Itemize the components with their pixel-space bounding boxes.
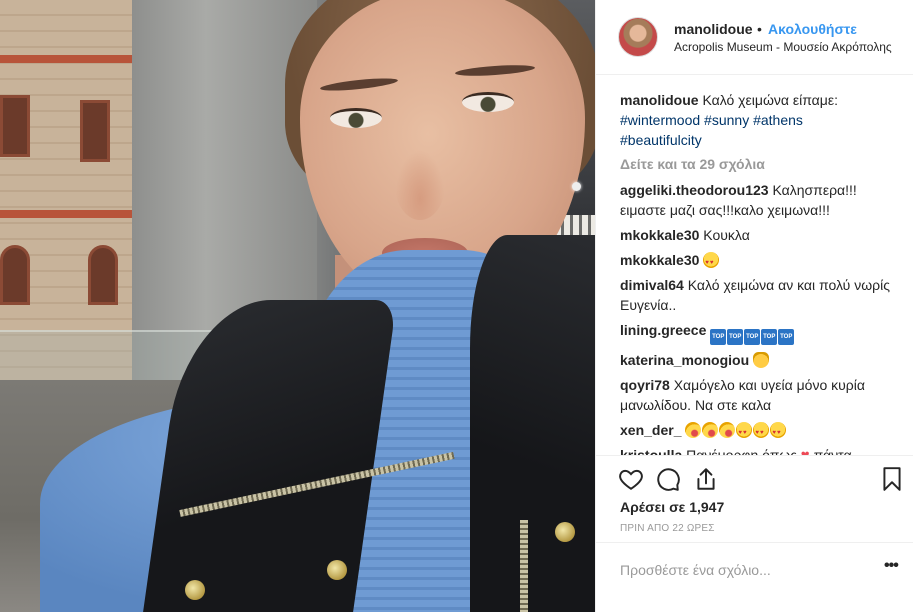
- top-emoji: TOP: [761, 329, 778, 345]
- comment-item: lining.greece TOP TOP TOP TOP TOP: [620, 320, 894, 345]
- top-emoji: TOP: [744, 329, 761, 345]
- vest-right-panel: [470, 235, 595, 612]
- follow-button[interactable]: Ακολουθήστε: [768, 21, 857, 37]
- left-eye: [330, 108, 382, 128]
- comment-text: Πανέμορφη όπως: [682, 447, 801, 455]
- red-heart-emoji: ♥: [801, 447, 810, 455]
- more-options-icon[interactable]: •••: [884, 557, 899, 575]
- comment-item: dimival64 Καλό χειμώνα αν και πολύ νωρίς…: [620, 275, 894, 315]
- comment-icon[interactable]: [655, 466, 681, 492]
- comment-username[interactable]: kristoulla: [620, 447, 682, 455]
- post-sidebar: manolidoue • Ακολουθήστε Acropolis Museu…: [595, 0, 913, 612]
- kiss-emoji: [685, 422, 702, 438]
- instagram-post: manolidoue • Ακολουθήστε Acropolis Museu…: [0, 0, 913, 612]
- heart-eyes-emoji: [736, 422, 753, 443]
- hashtag[interactable]: #athens: [753, 112, 803, 128]
- comment-item: mkokkale30: [620, 250, 894, 273]
- profile-avatar[interactable]: [618, 17, 658, 57]
- kiss-emoji: [702, 422, 719, 438]
- comments-list[interactable]: manolidoue Καλό χειμώνα είπαμε: #winterm…: [596, 75, 913, 455]
- comment-text: Κουκλα: [699, 227, 750, 243]
- top-emoji: TOP: [778, 329, 795, 345]
- likes-count[interactable]: Αρέσει σε 1,947: [620, 499, 724, 515]
- separator-dot: •: [757, 21, 762, 37]
- zipper-right: [520, 520, 528, 612]
- comment-username[interactable]: dimival64: [620, 277, 684, 293]
- action-bar: Αρέσει σε 1,947 ΠΡΙΝ ΑΠΟ 22 ΩΡΕΣ: [596, 455, 913, 540]
- header-username[interactable]: manolidoue: [674, 21, 753, 37]
- heart-eyes-emoji: [753, 422, 770, 443]
- top-emoji: TOP: [710, 329, 727, 345]
- vest-snap: [327, 560, 347, 580]
- comment-item: qoyri78 Χαμόγελο και υγεία μόνο κυρία μα…: [620, 375, 894, 415]
- heart-eyes-emoji: [703, 252, 720, 273]
- post-photo[interactable]: [0, 0, 595, 612]
- location-link[interactable]: Acropolis Museum - Μουσείο Ακρόπολης: [674, 40, 892, 54]
- comment-input[interactable]: [620, 557, 860, 583]
- comment-item: katerina_monogiou: [620, 350, 894, 370]
- comment-username[interactable]: mkokkale30: [620, 227, 699, 243]
- comment-username[interactable]: mkokkale30: [620, 252, 699, 268]
- hashtag[interactable]: #beautifulcity: [620, 132, 702, 148]
- vest-snap: [185, 580, 205, 600]
- comment-item: kristoulla Πανέμορφη όπως ♥ πάντα: [620, 445, 894, 455]
- comment-item: aggeliki.theodorou123 Καλησπερα!!! ειμασ…: [620, 180, 894, 220]
- right-eye: [462, 92, 514, 112]
- cat-emoji: [753, 352, 770, 368]
- kiss-emoji: [719, 422, 736, 438]
- heart-icon[interactable]: [618, 466, 644, 492]
- comment-username[interactable]: aggeliki.theodorou123: [620, 182, 769, 198]
- caption: manolidoue Καλό χειμώνα είπαμε: #winterm…: [620, 90, 894, 150]
- comment-text: πάντα: [809, 447, 852, 455]
- vest-snap: [555, 522, 575, 542]
- nose: [395, 150, 445, 220]
- comment-username[interactable]: xen_der_: [620, 422, 681, 438]
- caption-text: Καλό χειμώνα είπαμε:: [698, 92, 838, 108]
- caption-username[interactable]: manolidoue: [620, 92, 699, 108]
- post-timestamp[interactable]: ΠΡΙΝ ΑΠΟ 22 ΩΡΕΣ: [620, 523, 715, 534]
- comment-item: mkokkale30 Κουκλα: [620, 225, 894, 245]
- earring: [572, 182, 581, 191]
- add-comment-bar: •••: [596, 542, 913, 598]
- view-all-comments-button[interactable]: Δείτε και τα 29 σχόλια: [620, 156, 894, 172]
- post-header: manolidoue • Ακολουθήστε Acropolis Museu…: [596, 0, 913, 75]
- hashtag[interactable]: #sunny: [704, 112, 749, 128]
- share-icon[interactable]: [693, 466, 719, 492]
- bookmark-icon[interactable]: [879, 466, 905, 492]
- heart-eyes-emoji: [770, 422, 787, 443]
- comment-username[interactable]: qoyri78: [620, 377, 670, 393]
- comment-item: xen_der_: [620, 420, 894, 443]
- comment-username[interactable]: lining.greece: [620, 322, 706, 338]
- hashtag[interactable]: #wintermood: [620, 112, 700, 128]
- comment-username[interactable]: katerina_monogiou: [620, 352, 749, 368]
- top-emoji: TOP: [727, 329, 744, 345]
